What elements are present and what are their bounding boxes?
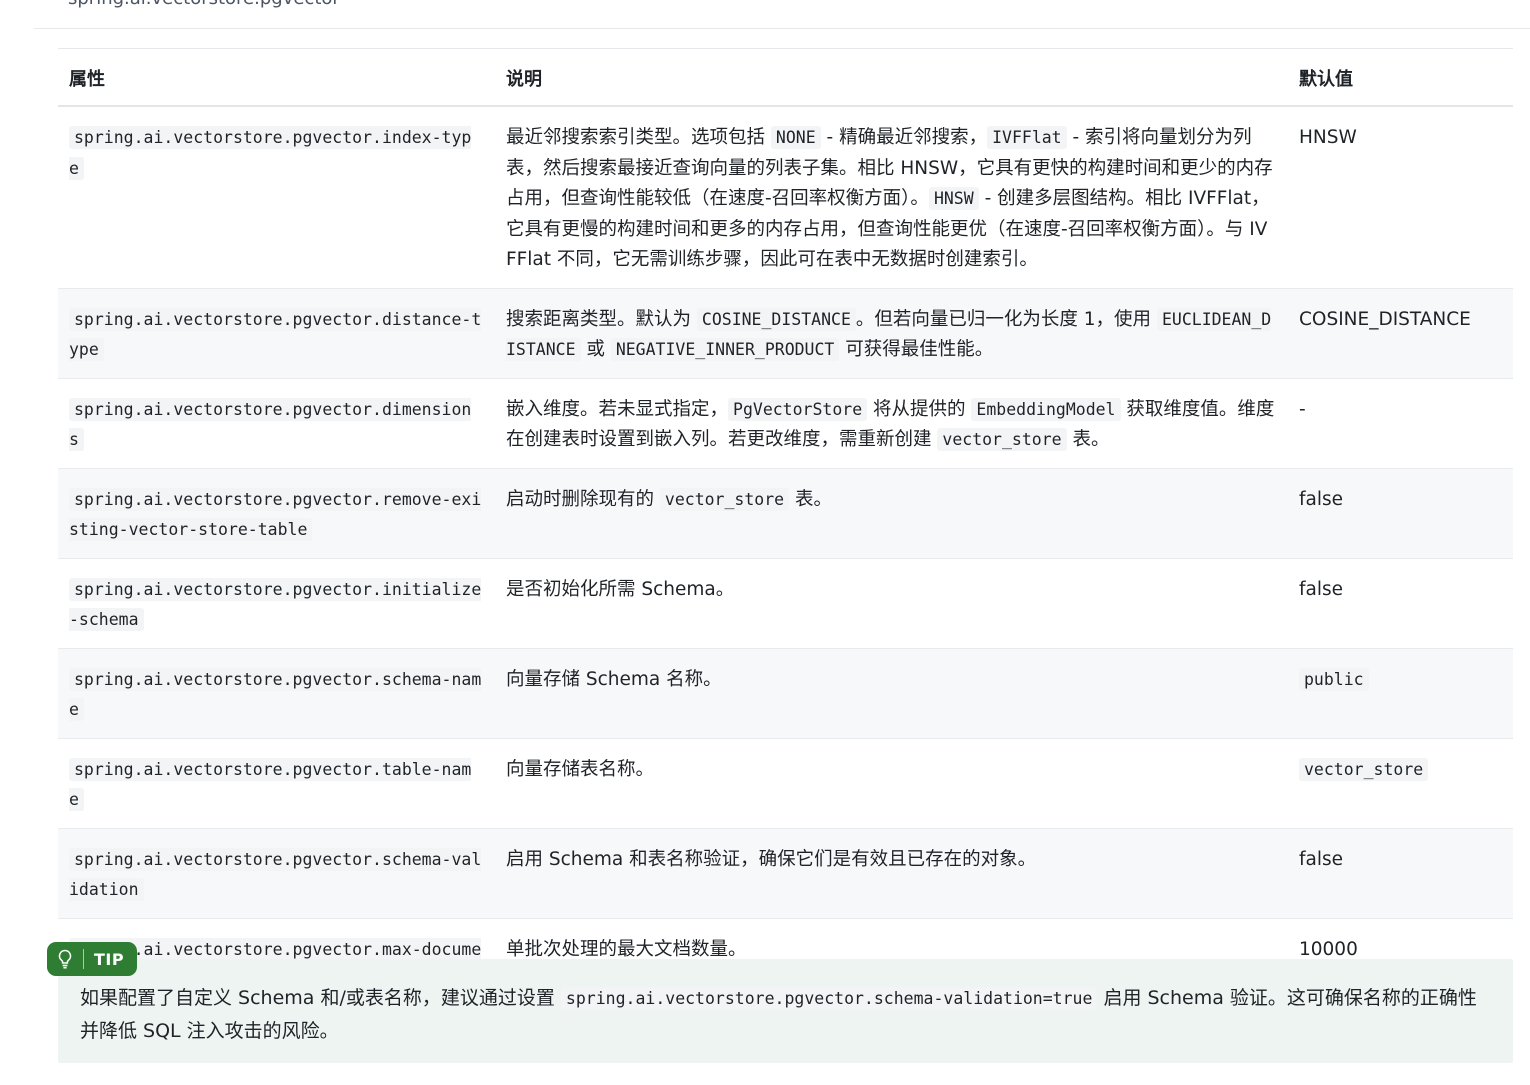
description-cell: 嵌入维度。若未显式指定， PgVectorStore 将从提供的 Embeddin… xyxy=(495,378,1288,469)
tip-text: 如果配置了自定义 Schema 和/或表名称，建议通过设置 spring.ai.… xyxy=(80,982,1495,1048)
property-name: spring.ai.vectorstore.pgvector.schema-va… xyxy=(69,847,482,901)
description-text: 向量存储 Schema 名称。 xyxy=(506,668,722,690)
description-text: - 精确最近邻搜索， xyxy=(820,127,988,148)
description-text: 表。 xyxy=(789,488,832,510)
default-cell: false xyxy=(1288,828,1513,919)
default-value: false xyxy=(1299,578,1344,600)
description-text: 向量存储表名称。 xyxy=(506,758,655,780)
property-cell: spring.ai.vectorstore.pgvector.schema-na… xyxy=(58,648,495,739)
section-divider xyxy=(34,28,1530,29)
inline-code: IVFFlat xyxy=(987,126,1067,149)
description-text: 嵌入维度。若未显式指定， xyxy=(506,398,729,420)
description-cell: 是否初始化所需 Schema。 xyxy=(495,558,1288,649)
column-header-description: 说明 xyxy=(506,69,542,90)
description-text: 将从提供的 xyxy=(867,398,972,420)
table-row: spring.ai.vectorstore.pgvector.initializ… xyxy=(58,558,1513,649)
default-cell: HNSW xyxy=(1288,106,1513,289)
table-row: spring.ai.vectorstore.pgvector.schema-va… xyxy=(58,828,1513,919)
default-value: - xyxy=(1299,398,1306,420)
property-name: spring.ai.vectorstore.pgvector.initializ… xyxy=(69,577,482,631)
previous-content-fragment: spring.ai.vectorstore.pgvector xyxy=(68,0,340,9)
tip-badge: TIP xyxy=(47,942,137,976)
lightbulb-icon xyxy=(47,949,83,969)
property-cell: spring.ai.vectorstore.pgvector.schema-va… xyxy=(58,828,495,919)
table-row: spring.ai.vectorstore.pgvector.index-typ… xyxy=(58,106,1513,289)
inline-code: PgVectorStore xyxy=(728,397,868,421)
default-cell: - xyxy=(1288,378,1513,469)
inline-code: COSINE_DISTANCE xyxy=(696,307,856,331)
inline-code: EmbeddingModel xyxy=(971,397,1121,421)
default-cell: vector_store xyxy=(1288,738,1513,829)
description-text: 是否初始化所需 Schema。 xyxy=(506,578,735,600)
property-cell: spring.ai.vectorstore.pgvector.dimension… xyxy=(58,378,495,469)
default-cell: COSINE_DISTANCE xyxy=(1288,288,1513,379)
description-text: 启动时删除现有的 xyxy=(506,488,660,510)
property-cell: spring.ai.vectorstore.pgvector.distance-… xyxy=(58,288,495,379)
description-cell: 向量存储 Schema 名称。 xyxy=(495,648,1288,739)
description-cell: 启用 Schema 和表名称验证，确保它们是有效且已存在的对象。 xyxy=(495,828,1288,919)
tip-text-before: 如果配置了自定义 Schema 和/或表名称，建议通过设置 xyxy=(80,987,561,1009)
table-row: spring.ai.vectorstore.pgvector.schema-na… xyxy=(58,648,1513,739)
description-text: 表。 xyxy=(1066,429,1110,450)
tip-code: spring.ai.vectorstore.pgvector.schema-va… xyxy=(560,987,1098,1010)
property-cell: spring.ai.vectorstore.pgvector.index-typ… xyxy=(58,106,495,289)
description-text: 或 xyxy=(580,339,611,360)
property-name: spring.ai.vectorstore.pgvector.index-typ… xyxy=(69,126,472,180)
table-row: spring.ai.vectorstore.pgvector.remove-ex… xyxy=(58,468,1513,559)
description-text: 启用 Schema 和表名称验证，确保它们是有效且已存在的对象。 xyxy=(506,848,1037,870)
default-value: 10000 xyxy=(1299,938,1358,960)
description-cell: 启动时删除现有的 vector_store 表。 xyxy=(495,468,1288,559)
default-value: vector_store xyxy=(1299,757,1429,781)
default-cell: false xyxy=(1288,468,1513,559)
description-cell: 最近邻搜索索引类型。选项包括 NONE - 精确最近邻搜索， IVFFlat - … xyxy=(495,106,1288,289)
description-cell: 向量存储表名称。 xyxy=(495,738,1288,829)
property-name: spring.ai.vectorstore.pgvector.remove-ex… xyxy=(69,487,482,541)
default-value: false xyxy=(1299,848,1344,870)
default-cell: public xyxy=(1288,648,1513,739)
column-header-default: 默认值 xyxy=(1299,69,1353,90)
property-name: spring.ai.vectorstore.pgvector.table-nam… xyxy=(69,757,472,811)
description-text: 最近邻搜索索引类型。选项包括 xyxy=(506,127,771,148)
property-name: spring.ai.vectorstore.pgvector.dimension… xyxy=(69,397,472,451)
table-header-row: 属性 说明 默认值 xyxy=(58,48,1513,106)
table-row: spring.ai.vectorstore.pgvector.dimension… xyxy=(58,378,1513,469)
properties-table: 属性 说明 默认值 spring.ai.vectorstore.pgvector… xyxy=(58,48,1513,1009)
column-header-property: 属性 xyxy=(69,69,105,90)
table-row: spring.ai.vectorstore.pgvector.table-nam… xyxy=(58,738,1513,829)
description-text: 。但若向量已归一化为长度 1，使用 xyxy=(855,308,1157,330)
property-cell: spring.ai.vectorstore.pgvector.table-nam… xyxy=(58,738,495,829)
property-name: spring.ai.vectorstore.pgvector.distance-… xyxy=(69,307,482,361)
default-value: public xyxy=(1299,667,1369,691)
description-cell: 搜索距离类型。默认为 COSINE_DISTANCE 。但若向量已归一化为长度 1… xyxy=(495,288,1288,379)
inline-code: NONE xyxy=(770,126,821,149)
default-value: COSINE_DISTANCE xyxy=(1299,308,1471,330)
property-cell: spring.ai.vectorstore.pgvector.initializ… xyxy=(58,558,495,649)
inline-code: vector_store xyxy=(937,428,1067,451)
default-cell: false xyxy=(1288,558,1513,649)
description-text: 搜索距离类型。默认为 xyxy=(506,308,697,330)
description-text: 单批次处理的最大文档数量。 xyxy=(506,938,747,960)
description-text: 可获得最佳性能。 xyxy=(839,339,994,360)
inline-code: HNSW xyxy=(928,187,979,210)
inline-code: vector_store xyxy=(659,487,790,511)
table-row: spring.ai.vectorstore.pgvector.distance-… xyxy=(58,288,1513,379)
property-name: spring.ai.vectorstore.pgvector.schema-na… xyxy=(69,667,482,721)
default-value: HNSW xyxy=(1299,127,1357,148)
default-value: false xyxy=(1299,488,1344,510)
property-cell: spring.ai.vectorstore.pgvector.remove-ex… xyxy=(58,468,495,559)
tip-label: TIP xyxy=(94,949,125,969)
inline-code: NEGATIVE_INNER_PRODUCT xyxy=(610,338,840,361)
